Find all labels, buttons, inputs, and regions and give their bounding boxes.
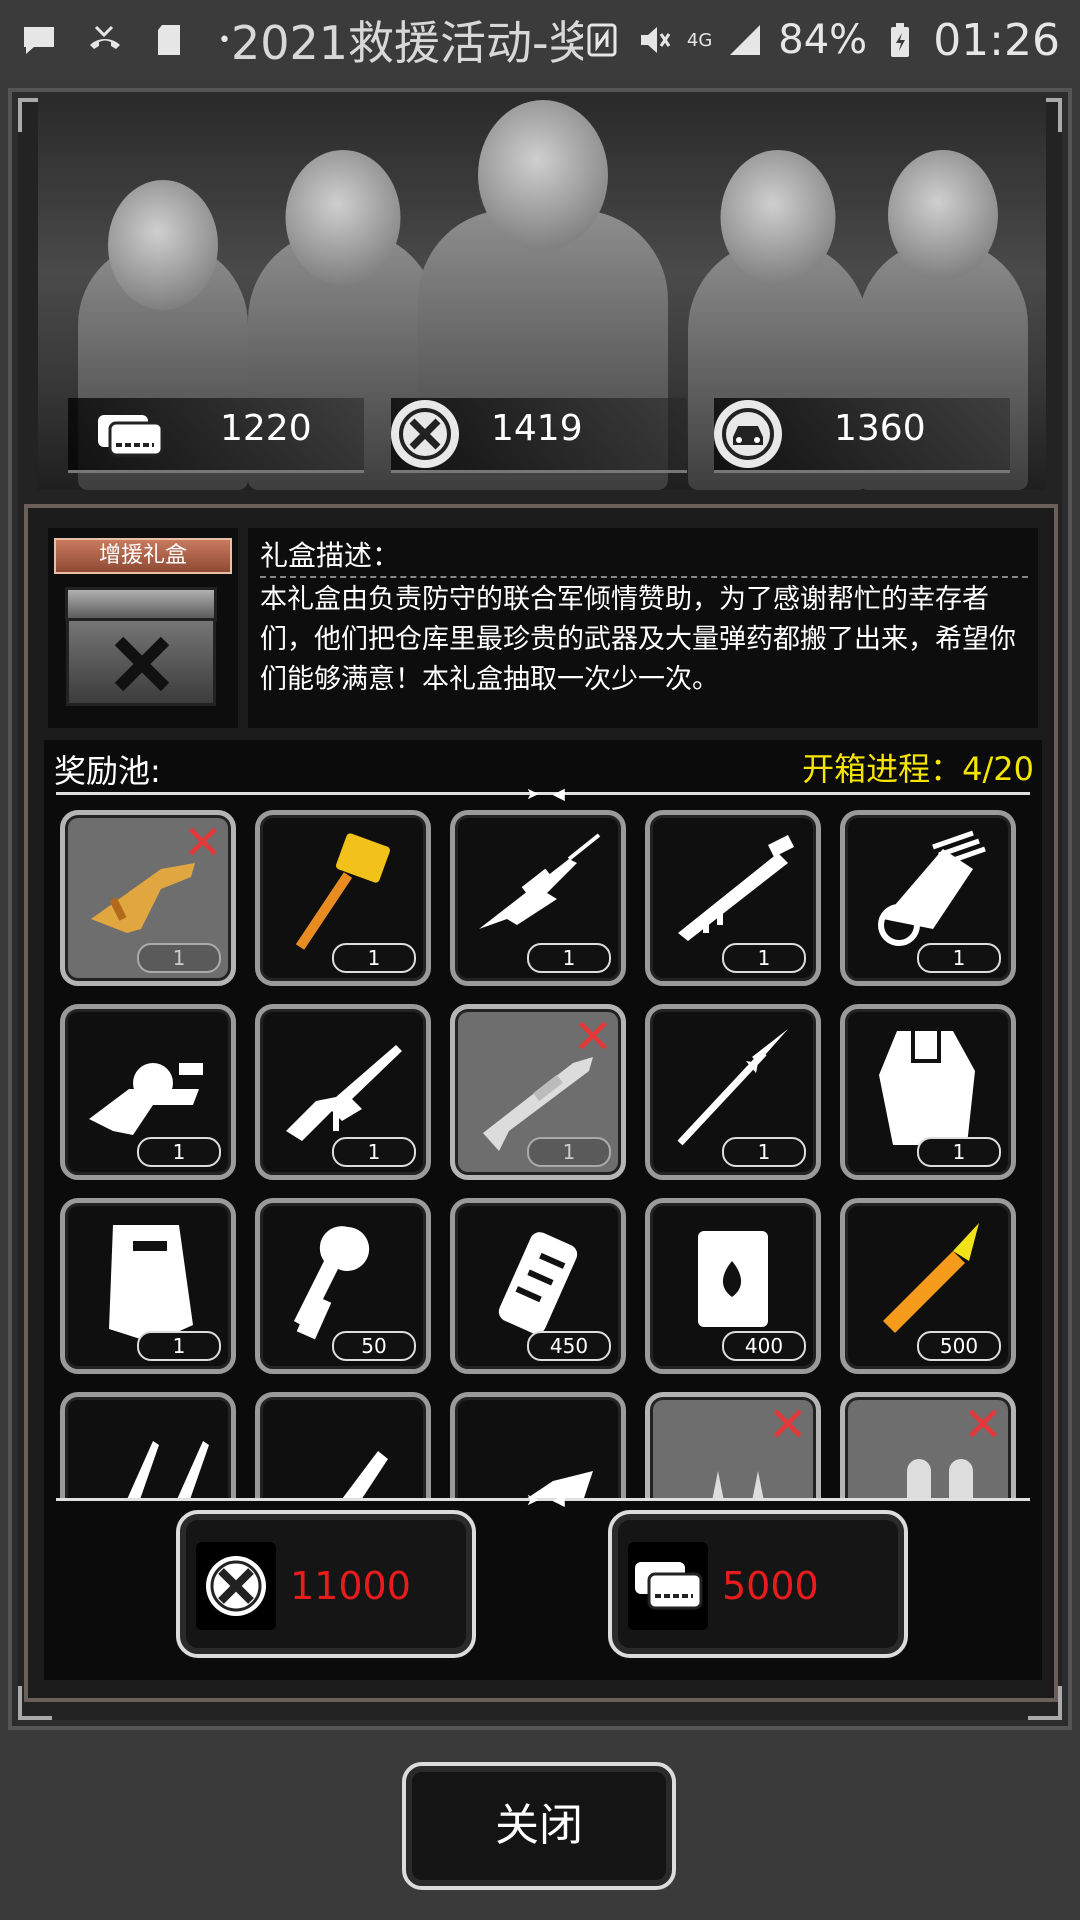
frag-grenade-icon — [498, 1232, 578, 1334]
draw-with-tickets-button[interactable]: 5000 — [608, 1510, 908, 1658]
item-count: 1 — [722, 1137, 806, 1167]
clock: 01:26 — [933, 14, 1060, 66]
rocket-launcher-icon — [678, 835, 794, 941]
battery-icon — [891, 23, 910, 57]
network-label: 4G — [686, 29, 713, 51]
reward-slot[interactable]: 1 — [645, 810, 821, 986]
reward-slot[interactable]: 1 — [840, 1004, 1016, 1180]
claimed-x-icon: ✕ — [182, 815, 223, 871]
open-progress: 开箱进程：4/20 — [802, 750, 1034, 788]
item-count: 1 — [722, 943, 806, 973]
draw-cost: 11000 — [290, 1564, 411, 1608]
item-count: 450 — [527, 1331, 611, 1361]
reward-slot[interactable]: 1 — [255, 1004, 431, 1180]
item-count: 50 — [332, 1331, 416, 1361]
currency-value: 1360 — [834, 408, 926, 449]
armor-vest-icon — [879, 1031, 975, 1145]
dot-icon: • — [218, 27, 231, 53]
item-count: 1 — [332, 1137, 416, 1167]
grenade-launcher-icon — [89, 1063, 203, 1135]
currency-bar: 1220 1419 1360 — [36, 398, 1036, 473]
reward-slot[interactable]: 1 — [840, 810, 1016, 986]
gift-panel: 增援礼盒 礼盒描述： 本礼盒由负责防守的联合军倾情赞助，为了感谢帮忙的幸存者们，… — [24, 504, 1058, 1702]
stick-grenade-icon — [294, 1226, 370, 1340]
reward-slot[interactable]: 500 — [840, 1198, 1016, 1374]
item-count: 400 — [722, 1331, 806, 1361]
currency-ticket: 1220 — [68, 398, 364, 473]
divider: ➤ ◀ — [56, 1490, 1030, 1509]
item-count: 500 — [917, 1331, 1001, 1361]
reward-slot[interactable]: 1 ✕ — [450, 1004, 626, 1180]
reward-slot[interactable]: 1 — [255, 810, 431, 986]
message-icon — [24, 27, 54, 54]
crossed-swords-icon — [391, 400, 459, 468]
reward-slot[interactable]: 450 — [450, 1198, 626, 1374]
desc-text: 本礼盒由负责防守的联合军倾情赞助，为了感谢帮忙的幸存者们，他们把仓库里最珍贵的武… — [260, 584, 1016, 695]
claimed-x-icon: ✕ — [767, 1397, 808, 1453]
currency-value: 1419 — [491, 408, 583, 449]
reward-slot[interactable]: 1 — [60, 1198, 236, 1374]
claimed-x-icon: ✕ — [572, 1009, 613, 1065]
reward-slot[interactable] — [255, 1392, 431, 1500]
mute-icon — [640, 27, 671, 53]
draw-cost: 5000 — [722, 1564, 819, 1608]
item-count: 1 — [137, 943, 221, 973]
chest-icon — [65, 587, 217, 706]
reward-slot[interactable] — [450, 1392, 626, 1500]
currency-swords: 1419 — [391, 398, 687, 473]
nfc-icon — [587, 23, 617, 57]
ticket-icon — [628, 1542, 708, 1630]
status-bar: • 2021救援活动-奖励抽取 4G 84% 01:26 — [0, 0, 1080, 80]
close-button[interactable]: 关闭 — [402, 1762, 676, 1890]
minigun-icon — [878, 830, 986, 946]
reward-slot[interactable]: 400 — [645, 1198, 821, 1374]
bullet-icon — [524, 1471, 593, 1500]
gift-ribbon: 增援礼盒 — [54, 538, 232, 574]
knife-icon — [126, 1441, 209, 1500]
reward-slot[interactable]: 1 — [450, 810, 626, 986]
reward-slot[interactable]: 1 — [645, 1004, 821, 1180]
signal-icon — [730, 25, 761, 55]
reward-slot[interactable]: 1 ✕ — [60, 810, 236, 986]
sd-card-icon — [158, 25, 180, 55]
reward-slot[interactable]: ✕ — [840, 1392, 1016, 1500]
currency-car: 1360 — [714, 398, 1010, 473]
reward-slot[interactable] — [60, 1392, 236, 1500]
missed-call-icon — [90, 25, 120, 49]
sniper-rifle-icon — [479, 833, 601, 929]
incendiary-icon — [698, 1231, 768, 1327]
reward-slot[interactable]: 50 — [255, 1198, 431, 1374]
gift-description: 礼盒描述： 本礼盒由负责防守的联合军倾情赞助，为了感谢帮忙的幸存者们，他们把仓库… — [248, 528, 1038, 728]
reward-grid[interactable]: 1 ✕ 1 1 1 1 1 1 1 ✕ 1 1 1 50 450 400 500 ✕ ✕ — [60, 810, 1026, 1500]
divider: ➤ ◀ — [56, 784, 1030, 803]
gift-box-image: 增援礼盒 — [48, 528, 238, 728]
item-count: 1 — [332, 943, 416, 973]
item-count: 1 — [917, 1137, 1001, 1167]
ticket-icon — [96, 400, 164, 468]
draw-with-swords-button[interactable]: 11000 — [176, 1510, 476, 1658]
rocket-ammo-icon — [883, 1223, 979, 1333]
item-count: 1 — [917, 943, 1001, 973]
car-icon — [714, 400, 782, 468]
battery-percent: 84% — [778, 17, 868, 63]
sledgehammer-icon — [295, 833, 390, 950]
dart-icon — [341, 1451, 388, 1500]
riot-shield-icon — [109, 1225, 193, 1343]
item-count: 1 — [137, 1331, 221, 1361]
reward-slot[interactable]: ✕ — [645, 1392, 821, 1500]
claimed-x-icon: ✕ — [962, 1397, 1003, 1453]
assault-rifle-icon — [286, 1045, 402, 1141]
crossed-swords-icon — [196, 1542, 276, 1630]
item-count: 1 — [137, 1137, 221, 1167]
spear-icon — [677, 1029, 788, 1146]
window-title: 2021救援活动-奖励抽取 — [230, 16, 583, 70]
pool-label: 奖励池: — [54, 752, 161, 790]
item-count: 1 — [527, 1137, 611, 1167]
item-count: 1 — [527, 943, 611, 973]
currency-value: 1220 — [220, 408, 312, 449]
reward-slot[interactable]: 1 — [60, 1004, 236, 1180]
desc-title: 礼盒描述： — [260, 539, 401, 572]
